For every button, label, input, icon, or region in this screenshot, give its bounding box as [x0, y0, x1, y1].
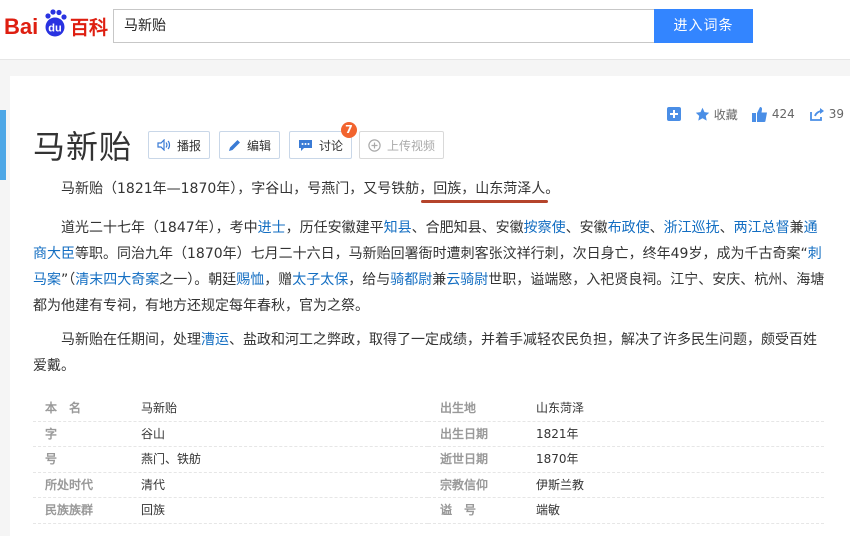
baidu-baike-logo[interactable]: Bai du 百科: [4, 4, 108, 44]
entry-link[interactable]: 按察使: [524, 220, 566, 236]
entry-link[interactable]: 清末四大奇案: [75, 272, 159, 288]
star-icon: [695, 107, 709, 121]
info-value: 燕门、铁舫: [141, 452, 202, 467]
highlight-underline: [421, 200, 548, 203]
info-key: 宗教信仰: [440, 477, 489, 492]
info-row: 逝世日期 1870年: [428, 447, 824, 473]
speaker-icon: [157, 139, 171, 151]
discuss-label: 讨论: [319, 138, 344, 153]
svg-text:百科: 百科: [70, 16, 108, 39]
achievement-paragraph: 马新贻在任期间，处理漕运、盐政和河工之弊政，取得了一定成绩，并着手减轻农民负担，…: [33, 327, 826, 379]
entry-link[interactable]: 太子太保: [292, 272, 348, 288]
entry-actions: 收藏 424 39: [653, 104, 844, 124]
info-key: 民族族群: [45, 503, 94, 518]
info-row: 谥 号 端敏: [428, 498, 824, 524]
info-key: 本 名: [45, 401, 82, 415]
plus-circle-icon: [368, 138, 381, 152]
paragraph-text: 、合肥知县、安徽: [411, 220, 524, 236]
discuss-count-badge: 7: [341, 122, 357, 138]
play-label: 播报: [177, 138, 202, 153]
info-row: 出生日期 1821年: [428, 422, 824, 448]
entry-link[interactable]: 知县: [384, 220, 412, 236]
share-count: 39: [828, 107, 844, 121]
info-row: 本 名 马新贻: [33, 396, 428, 422]
add-button[interactable]: [666, 107, 681, 121]
plus-square-icon: [666, 107, 681, 121]
page-title: 马新贻: [33, 128, 133, 166]
info-row: 所处时代 清代: [33, 473, 428, 499]
info-value: 伊斯兰教: [536, 477, 585, 492]
entry-link[interactable]: 赐恤: [236, 272, 264, 288]
entry-link[interactable]: 两江总督: [734, 220, 790, 236]
paragraph-text: 、: [719, 220, 734, 236]
paragraph-text: 道光二十七年（1847年），考中: [61, 220, 258, 236]
upload-video-button[interactable]: 上传视频: [359, 131, 445, 159]
accent-bar: [0, 110, 6, 180]
paragraph-text: 、: [649, 220, 664, 236]
info-value: 清代: [141, 477, 166, 492]
info-row: 宗教信仰 伊斯兰教: [428, 473, 824, 499]
info-row: 字 谷山: [33, 422, 428, 448]
collect-button[interactable]: 收藏: [695, 106, 738, 123]
biography-paragraph: 道光二十七年（1847年），考中进士，历任安徽建平知县、合肥知县、安徽按察使、安…: [33, 215, 826, 319]
like-count: 424: [771, 107, 795, 121]
info-value: 马新贻: [141, 401, 178, 415]
info-value: 山东菏泽: [536, 401, 585, 415]
entry-link[interactable]: 进士: [258, 220, 286, 236]
svg-text:du: du: [48, 23, 61, 35]
upload-video-label: 上传视频: [387, 138, 436, 153]
paragraph-text: 兼: [432, 272, 447, 288]
share-button[interactable]: 39: [809, 107, 844, 122]
svg-text:Bai: Bai: [4, 14, 38, 39]
info-row: 号 燕门、铁舫: [33, 447, 428, 473]
entry-link[interactable]: 云骑尉: [446, 272, 488, 288]
search-input[interactable]: 马新贻: [113, 9, 654, 43]
collect-label: 收藏: [713, 107, 738, 122]
entry-link[interactable]: 浙江巡抚: [664, 220, 720, 236]
basic-info-left: 本 名 马新贻字 谷山号 燕门、铁舫所处时代 清代民族族群 回族: [33, 396, 428, 524]
info-value: 回族: [141, 503, 166, 518]
paragraph-text: ，历任安徽建平: [285, 220, 384, 236]
paragraph-text: 马新贻在任期间，处理: [61, 332, 201, 348]
thumbs-up-icon: [751, 106, 767, 122]
header: Bai du 百科 马新贻 进入词条: [0, 0, 850, 60]
info-value: 端敏: [536, 503, 561, 518]
entry-link[interactable]: 骑都尉: [390, 272, 432, 288]
info-row: 民族族群 回族: [33, 498, 428, 524]
like-button[interactable]: 424: [751, 106, 795, 122]
info-key: 号: [45, 452, 58, 467]
info-value: 1870年: [536, 452, 579, 467]
info-value: 谷山: [141, 426, 166, 441]
pencil-icon: [229, 139, 240, 151]
paragraph-text: 兼: [789, 220, 804, 236]
summary-paragraph: 马新贻（1821年—1870年），字谷山，号燕门，又号铁舫，回族，山东菏泽人。: [61, 181, 560, 197]
enter-entry-button[interactable]: 进入词条: [654, 9, 753, 43]
info-key: 逝世日期: [440, 452, 489, 467]
info-value: 1821年: [536, 426, 579, 441]
info-key: 字: [45, 426, 58, 441]
info-key: 出生日期: [440, 426, 489, 441]
info-key: 谥 号: [440, 503, 477, 518]
info-key: 出生地: [440, 401, 477, 415]
info-key: 所处时代: [45, 477, 94, 492]
paragraph-text: 、安徽: [565, 220, 608, 236]
basic-info-right: 出生地 山东菏泽出生日期 1821年逝世日期 1870年宗教信仰 伊斯兰教谥 号 端敏: [428, 396, 824, 524]
edit-label: 编辑: [247, 138, 272, 153]
chat-bubble-icon: [299, 139, 312, 151]
entry-link[interactable]: 漕运: [201, 332, 229, 348]
edit-button[interactable]: 编辑: [219, 131, 281, 159]
paragraph-text: ，给与: [348, 272, 391, 288]
play-button[interactable]: 播报: [148, 131, 211, 159]
entry-link[interactable]: 布政使: [608, 220, 650, 236]
paragraph-text: 等职。同治九年（1870年）七月二十六日，马新贻回署衙时遭刺客张汶祥行刺，次日身…: [75, 246, 808, 262]
paragraph-text: ”（: [61, 272, 76, 288]
info-row: 出生地 山东菏泽: [428, 396, 824, 422]
paragraph-text: 之一）。朝廷: [159, 272, 237, 288]
share-icon: [809, 107, 824, 121]
paragraph-text: ，赠: [264, 272, 293, 288]
